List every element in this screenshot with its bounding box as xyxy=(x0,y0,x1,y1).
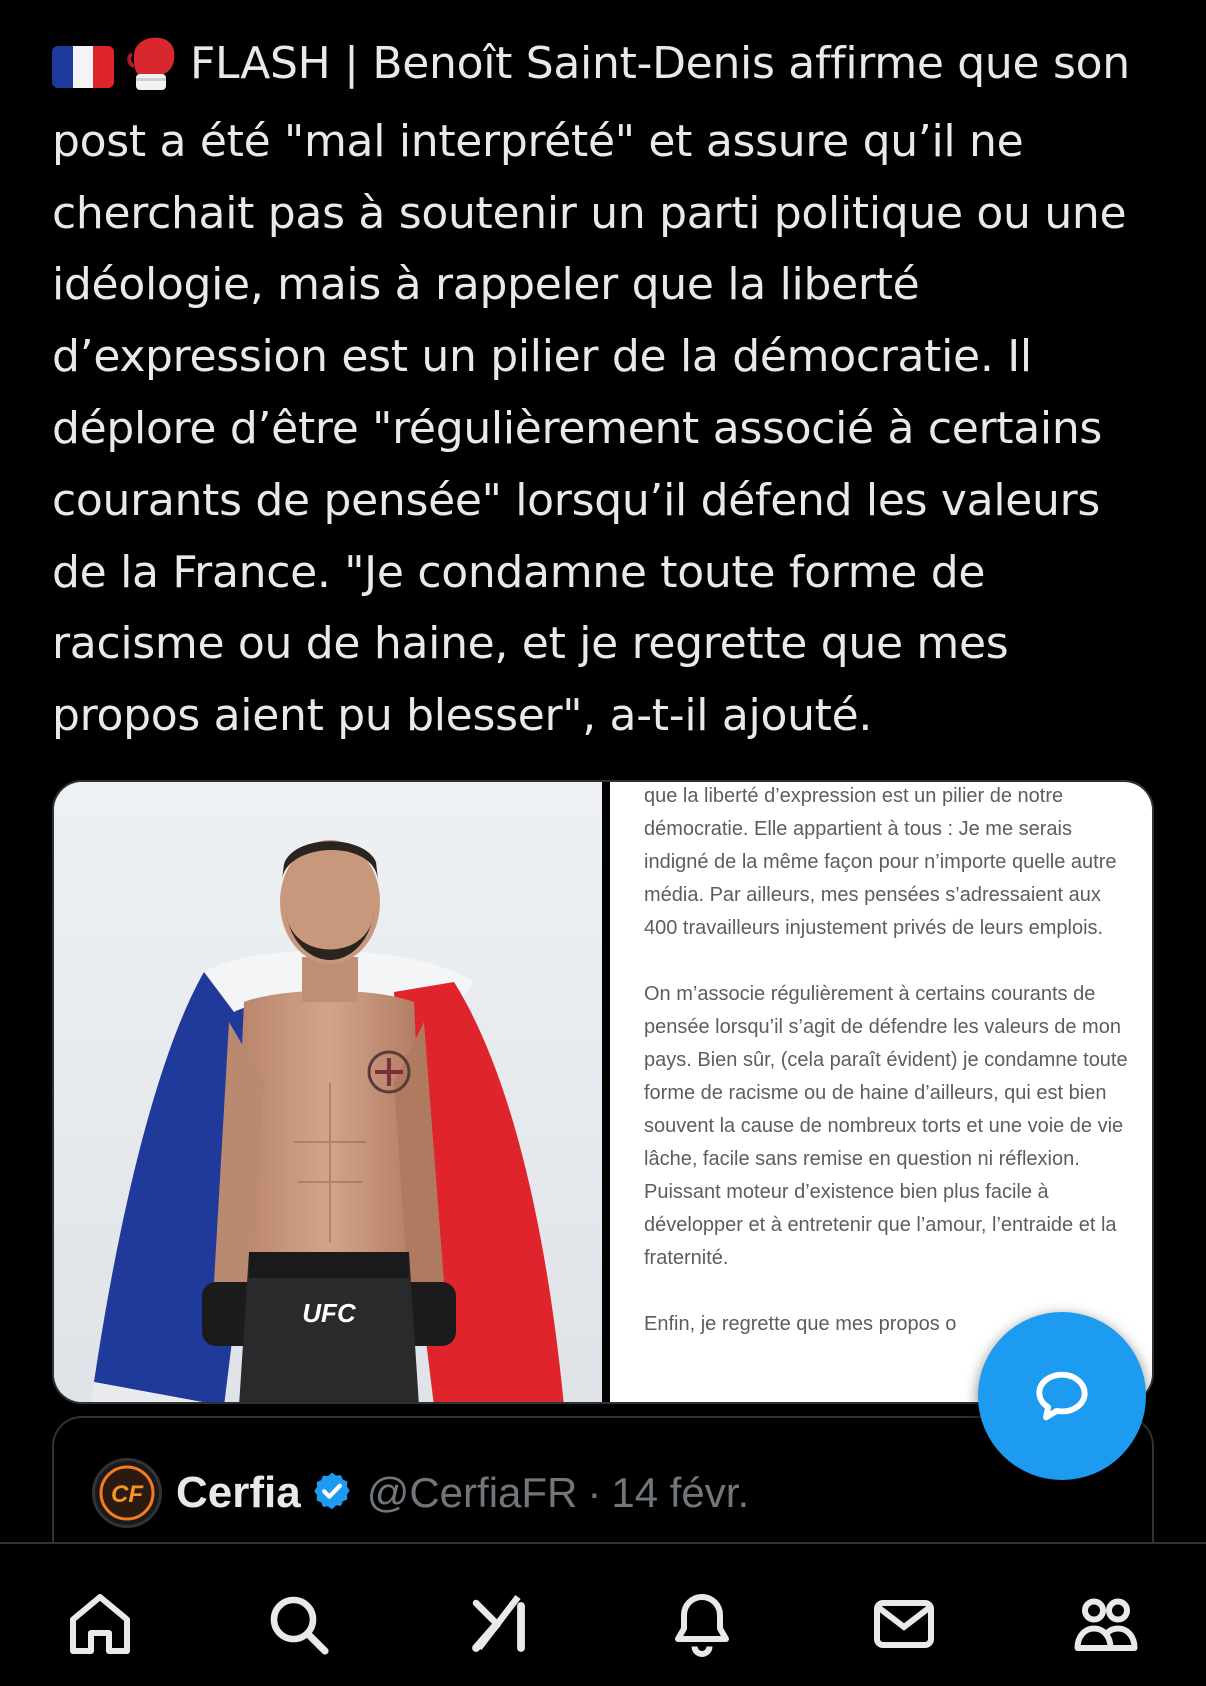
search-icon[interactable] xyxy=(258,1584,338,1664)
shorts-brand-label: UFC xyxy=(302,1298,357,1328)
post-body: FLASH | Benoît Saint-Denis affirme que s… xyxy=(52,38,1130,742)
fighter-photo[interactable]: UFC xyxy=(54,782,602,1402)
bottom-navigation xyxy=(0,1542,1206,1686)
doc-paragraph: On m’associe régulièrement à certains co… xyxy=(644,983,1128,1269)
grok-icon[interactable] xyxy=(460,1584,540,1664)
compose-reply-icon xyxy=(1036,1371,1088,1421)
avatar[interactable]: CF xyxy=(92,1458,162,1528)
svg-text:CF: CF xyxy=(111,1481,144,1508)
media-card[interactable]: UFC que la liberté d’expression est un p… xyxy=(52,780,1154,1404)
verified-badge-icon xyxy=(311,1470,353,1516)
boxing-glove-emoji xyxy=(124,34,180,106)
home-icon[interactable] xyxy=(60,1584,140,1664)
meta-separator: · xyxy=(587,1469,602,1516)
france-flag-emoji xyxy=(52,34,114,106)
statement-document[interactable]: que la liberté d’expression est un pilie… xyxy=(610,782,1152,1402)
compose-reply-button[interactable] xyxy=(978,1312,1146,1480)
communities-icon[interactable] xyxy=(1066,1584,1146,1664)
quoted-post-date[interactable]: 14 févr. xyxy=(611,1469,749,1517)
quoted-author-handle[interactable]: @CerfiaFR xyxy=(367,1469,578,1517)
quoted-post-header: CF Cerfia @CerfiaFR · 14 févr. xyxy=(92,1458,749,1528)
post-text: FLASH | Benoît Saint-Denis affirme que s… xyxy=(52,28,1162,752)
quoted-author-name[interactable]: Cerfia xyxy=(176,1468,301,1518)
notifications-icon[interactable] xyxy=(662,1584,742,1664)
messages-icon[interactable] xyxy=(864,1584,944,1664)
doc-paragraph: que la liberté d’expression est un pilie… xyxy=(644,785,1117,939)
